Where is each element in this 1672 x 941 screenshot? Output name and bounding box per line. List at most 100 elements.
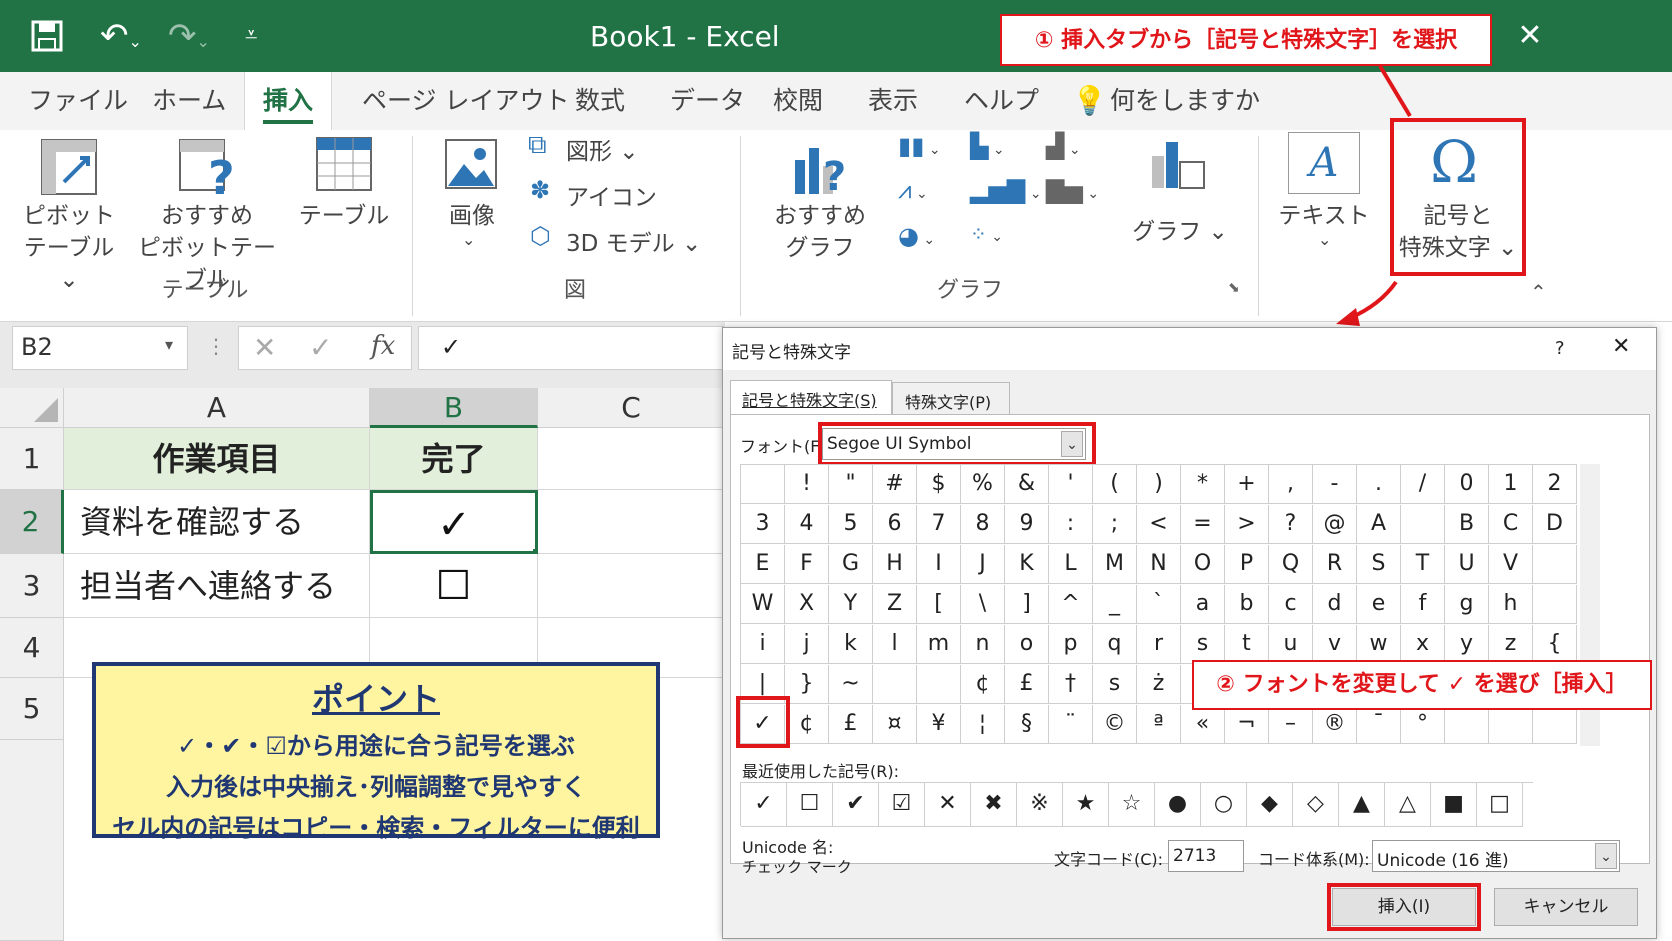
char-cell[interactable]: ¨: [1049, 705, 1093, 744]
char-cell[interactable]: b: [1225, 585, 1269, 624]
char-cell[interactable]: q: [1093, 625, 1137, 664]
char-cell[interactable]: z: [1489, 625, 1533, 664]
char-cell[interactable]: X: [785, 585, 829, 624]
char-cell[interactable]: B: [1445, 505, 1489, 544]
char-cell[interactable]: A: [1357, 505, 1401, 544]
char-cell[interactable]: _: [1093, 585, 1137, 624]
cell-c1[interactable]: [538, 428, 725, 490]
char-cell[interactable]: .: [1357, 465, 1401, 504]
cell-a2[interactable]: 資料を確認する: [64, 490, 370, 554]
char-cell[interactable]: 1: [1489, 465, 1533, 504]
char-cell[interactable]: $: [917, 465, 961, 504]
char-cell[interactable]: S: [1357, 545, 1401, 584]
char-cell[interactable]: [741, 465, 785, 504]
char-cell[interactable]: I: [917, 545, 961, 584]
recent-symbol-cell[interactable]: ●: [1155, 783, 1201, 827]
row-header-5[interactable]: 5: [0, 678, 64, 740]
char-cell[interactable]: k: [829, 625, 873, 664]
tab-special-characters[interactable]: 特殊文字(P): [892, 382, 1010, 414]
char-cell[interactable]: t: [1225, 625, 1269, 664]
char-cell[interactable]: ;: [1093, 505, 1137, 544]
char-cell[interactable]: n: [961, 625, 1005, 664]
char-cell[interactable]: #: [873, 465, 917, 504]
recent-symbol-cell[interactable]: ★: [1063, 783, 1109, 827]
code-system-dropdown-icon[interactable]: ⌄: [1595, 843, 1617, 869]
char-cell[interactable]: ¢: [961, 665, 1005, 704]
char-cell[interactable]: [873, 665, 917, 704]
name-box[interactable]: B2 ▾: [12, 326, 188, 370]
recent-symbol-cell[interactable]: ✓: [741, 783, 787, 827]
char-cell[interactable]: {: [1533, 625, 1577, 664]
char-cell[interactable]: 4: [785, 505, 829, 544]
char-cell[interactable]: ¬: [1225, 705, 1269, 744]
char-cell[interactable]: £: [1005, 665, 1049, 704]
char-cell[interactable]: i: [741, 625, 785, 664]
char-cell[interactable]: c: [1269, 585, 1313, 624]
recent-symbol-cell[interactable]: ◆: [1247, 783, 1293, 827]
char-cell[interactable]: a: [1181, 585, 1225, 624]
char-cell[interactable]: D: [1533, 505, 1577, 544]
char-cell[interactable]: [1533, 545, 1577, 584]
recent-symbol-cell[interactable]: ■: [1431, 783, 1477, 827]
char-cell[interactable]: ¢: [785, 705, 829, 744]
char-cell[interactable]: O: [1181, 545, 1225, 584]
char-cell[interactable]: ": [829, 465, 873, 504]
char-cell[interactable]: J: [961, 545, 1005, 584]
char-cell[interactable]: Y: [829, 585, 873, 624]
char-cell[interactable]: `: [1137, 585, 1181, 624]
char-cell[interactable]: R: [1313, 545, 1357, 584]
name-box-dropdown-icon[interactable]: ▾: [165, 335, 173, 354]
cell-b2-selected[interactable]: ✓: [370, 490, 538, 554]
char-cell[interactable]: :: [1049, 505, 1093, 544]
char-cell[interactable]: F: [785, 545, 829, 584]
char-cell[interactable]: 6: [873, 505, 917, 544]
char-cell[interactable]: [1401, 505, 1445, 544]
char-cell[interactable]: [917, 665, 961, 704]
char-cell[interactable]: [1489, 705, 1533, 744]
char-cell[interactable]: o: [1005, 625, 1049, 664]
recent-symbol-cell[interactable]: ▲: [1339, 783, 1385, 827]
col-header-b[interactable]: B: [370, 388, 538, 428]
char-cell[interactable]: [: [917, 585, 961, 624]
char-cell[interactable]: 2: [1533, 465, 1577, 504]
cell-c3[interactable]: [538, 554, 725, 618]
char-cell[interactable]: L: [1049, 545, 1093, 584]
char-cell[interactable]: ¤: [873, 705, 917, 744]
char-cell[interactable]: m: [917, 625, 961, 664]
char-cell[interactable]: [1445, 705, 1489, 744]
char-cell[interactable]: ¯: [1357, 705, 1401, 744]
char-cell[interactable]: K: [1005, 545, 1049, 584]
char-cell[interactable]: @: [1313, 505, 1357, 544]
char-cell[interactable]: h: [1489, 585, 1533, 624]
char-cell[interactable]: <: [1137, 505, 1181, 544]
row-header-1[interactable]: 1: [0, 428, 64, 490]
char-cell[interactable]: /: [1401, 465, 1445, 504]
char-cell[interactable]: %: [961, 465, 1005, 504]
char-cell[interactable]: 0: [1445, 465, 1489, 504]
char-cell[interactable]: Z: [873, 585, 917, 624]
char-cell[interactable]: *: [1181, 465, 1225, 504]
char-cell[interactable]: l: [873, 625, 917, 664]
char-cell[interactable]: ®: [1313, 705, 1357, 744]
col-header-c[interactable]: C: [538, 388, 725, 428]
char-cell[interactable]: [1533, 585, 1577, 624]
char-code-input[interactable]: 2713: [1168, 840, 1244, 872]
row-header-2[interactable]: 2: [0, 490, 64, 554]
cell-b3[interactable]: ☐: [370, 554, 538, 618]
char-cell[interactable]: †: [1049, 665, 1093, 704]
char-cell[interactable]: p: [1049, 625, 1093, 664]
char-cell[interactable]: g: [1445, 585, 1489, 624]
char-cell[interactable]: 9: [1005, 505, 1049, 544]
char-cell[interactable]: &: [1005, 465, 1049, 504]
dialog-help-icon[interactable]: ?: [1555, 338, 1565, 359]
row-header-4[interactable]: 4: [0, 618, 64, 678]
confirm-entry-icon[interactable]: ✓: [309, 331, 332, 364]
char-cell[interactable]: ): [1137, 465, 1181, 504]
char-cell[interactable]: =: [1181, 505, 1225, 544]
char-cell[interactable]: d: [1313, 585, 1357, 624]
char-cell[interactable]: ?: [1269, 505, 1313, 544]
char-cell[interactable]: 8: [961, 505, 1005, 544]
cancel-button[interactable]: キャンセル: [1494, 888, 1638, 926]
char-cell[interactable]: r: [1137, 625, 1181, 664]
char-cell[interactable]: Q: [1269, 545, 1313, 584]
